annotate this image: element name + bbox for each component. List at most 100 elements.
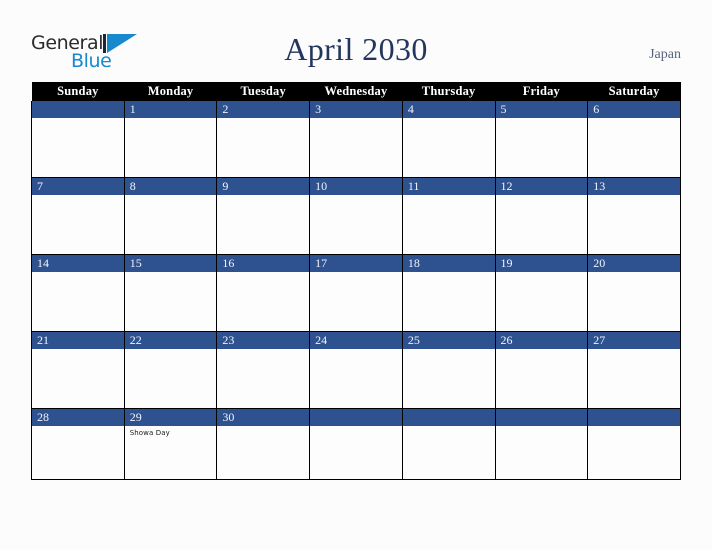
day-events [403, 118, 495, 121]
day-events [310, 118, 402, 121]
calendar-day-cell[interactable]: 27 [587, 331, 681, 409]
calendar-week-row: 14 15 16 17 18 19 20 [31, 254, 681, 332]
day-cell-content: 11 [402, 178, 495, 254]
day-cell-content: 15 [124, 255, 217, 331]
day-number: 5 [495, 101, 588, 118]
calendar-day-cell[interactable]: 12 [494, 177, 589, 255]
day-number: 28 [32, 409, 124, 426]
day-events [32, 195, 124, 198]
day-cell-content: 12 [495, 178, 588, 254]
day-events [217, 118, 309, 121]
calendar-day-cell[interactable]: 8 [123, 177, 218, 255]
day-events [217, 349, 309, 352]
calendar-day-cell[interactable]: 16 [216, 254, 311, 332]
day-cell-content: 16 [217, 255, 310, 331]
calendar-day-cell[interactable]: 24 [309, 331, 403, 409]
day-cell-content: 5 [495, 101, 588, 177]
calendar-day-cell[interactable]: 15 [123, 254, 218, 332]
calendar-day-cell[interactable]: 19 [494, 254, 589, 332]
calendar-day-cell[interactable]: 22 [123, 331, 218, 409]
day-cell-content: 7 [32, 178, 124, 254]
day-events [588, 118, 680, 121]
calendar-day-cell[interactable]: 26 [494, 331, 589, 409]
day-cell-content: 13 [588, 178, 680, 254]
day-events [403, 426, 495, 429]
day-cell-content: 27 [588, 332, 680, 408]
day-events [32, 426, 124, 429]
day-events [32, 349, 124, 352]
calendar-day-cell[interactable]: 28 [31, 408, 125, 480]
day-number: 18 [402, 255, 495, 272]
day-cell-content: 1 [124, 101, 217, 177]
calendar-day-cell[interactable]: 9 [216, 177, 311, 255]
country-label: Japan [649, 47, 681, 62]
day-cell-content: 25 [402, 332, 495, 408]
calendar-day-cell[interactable]: 7 [31, 177, 125, 255]
day-number: 19 [495, 255, 588, 272]
day-number: 26 [495, 332, 588, 349]
day-cell-content: 3 [310, 101, 402, 177]
calendar-body: 1 2 3 4 5 6 7 8 9 10 11 12 13 14 15 16 17 18 19 20 21 22 23 24 2… [31, 101, 681, 480]
day-number: 9 [217, 178, 310, 195]
calendar-day-cell[interactable]: 4 [401, 101, 496, 178]
day-events [217, 195, 309, 198]
day-number: 12 [495, 178, 588, 195]
day-cell-content: 10 [310, 178, 402, 254]
weekday-header-thursday: Thursday [402, 82, 496, 101]
day-number: 29 [124, 409, 217, 426]
day-cell-content: 23 [217, 332, 310, 408]
calendar-day-cell[interactable]: 29 Showa Day [123, 408, 218, 480]
calendar-day-cell[interactable]: 21 [31, 331, 125, 409]
calendar-day-cell[interactable]: 30 [216, 408, 311, 480]
calendar-day-cell[interactable]: 5 [494, 101, 589, 178]
calendar-week-row: 123456 [31, 101, 681, 178]
calendar-day-cell[interactable]: 20 [587, 254, 681, 332]
calendar-week-row: 7 8 9 10 11 12 13 [31, 177, 681, 255]
weekday-header-wednesday: Wednesday [309, 82, 403, 101]
calendar-day-cell[interactable]: 1 [123, 101, 218, 178]
day-events [403, 272, 495, 275]
day-number: 30 [217, 409, 310, 426]
day-cell-content: 8 [124, 178, 217, 254]
calendar-day-cell[interactable]: 17 [309, 254, 403, 332]
day-events [496, 195, 588, 198]
calendar-day-cell[interactable]: 10 [309, 177, 403, 255]
calendar-week-row: 28 29 Showa Day 30 [31, 408, 681, 480]
day-events [125, 272, 217, 275]
day-cell-content: 26 [495, 332, 588, 408]
day-events [125, 118, 217, 121]
calendar-day-cell[interactable]: 6 [587, 101, 681, 178]
day-number [495, 409, 588, 426]
day-cell-content: 6 [588, 101, 680, 177]
day-number: 11 [402, 178, 495, 195]
day-events [496, 426, 588, 429]
day-events [125, 349, 217, 352]
calendar-day-cell[interactable]: 18 [401, 254, 496, 332]
day-cell-content: 20 [588, 255, 680, 331]
calendar-day-cell[interactable]: 13 [587, 177, 681, 255]
calendar-day-cell[interactable]: 3 [309, 101, 403, 178]
calendar-day-cell[interactable]: 25 [401, 331, 496, 409]
weekday-header-tuesday: Tuesday [216, 82, 310, 101]
day-number: 22 [124, 332, 217, 349]
holiday-event-label: Showa Day [129, 429, 170, 437]
day-number: 25 [402, 332, 495, 349]
calendar-day-cell[interactable]: 23 [216, 331, 311, 409]
calendar-empty-cell [587, 408, 681, 480]
day-cell-content [402, 409, 495, 479]
calendar-table: Sunday Monday Tuesday Wednesday Thursday Frid… [31, 82, 681, 480]
day-cell-content: 2 [217, 101, 310, 177]
day-events [588, 426, 680, 429]
page-header: General Blue April 2030 Japan [0, 0, 712, 82]
page-title: April 2030 [284, 31, 428, 67]
day-events: Showa Day [125, 426, 217, 438]
day-events [588, 349, 680, 352]
calendar-day-cell[interactable]: 11 [401, 177, 496, 255]
day-cell-content: 22 [124, 332, 217, 408]
calendar-day-cell[interactable]: 14 [31, 254, 125, 332]
day-number: 4 [402, 101, 495, 118]
day-number [310, 409, 402, 426]
day-events [125, 195, 217, 198]
weekday-header-saturday: Saturday [587, 82, 681, 101]
calendar-day-cell[interactable]: 2 [216, 101, 311, 178]
